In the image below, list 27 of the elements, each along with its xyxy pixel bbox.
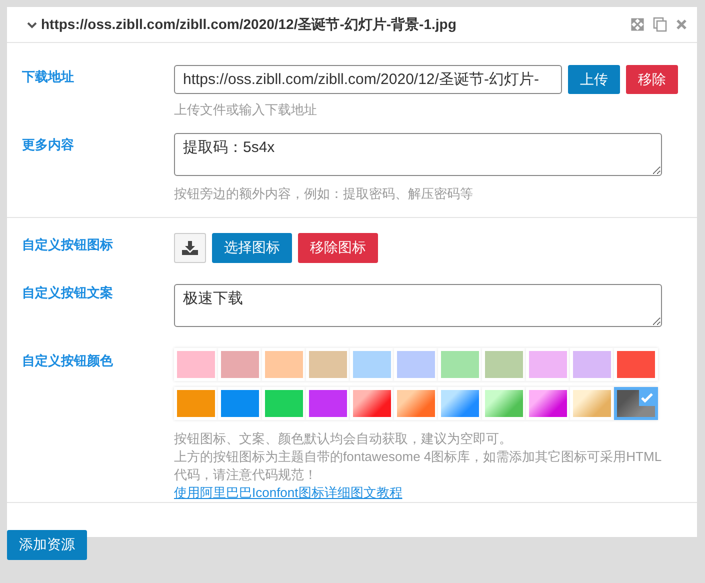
help-text: 按钮旁边的额外内容，例如：提取密码、解压密码等: [174, 185, 474, 203]
field-label: 更多内容: [22, 136, 75, 154]
help-text: 上方的按钮图标为主题自带的fontawesome 4图标库，如需添加其它图标可采用HTML代码，请注意代码规范！: [174, 448, 663, 484]
help-text: 上传文件或输入下载地址: [174, 101, 318, 119]
text-area[interactable]: 提取码：5s4x: [174, 133, 662, 176]
help-text: 按钮图标、文案、颜色默认均会自动获取，建议为空即可。: [174, 430, 513, 448]
check-icon: [639, 390, 655, 406]
close-icon[interactable]: [676, 19, 687, 30]
panel-title: https://oss.zibll.com/zibll.com/2020/12/圣诞节-幻灯片-背景-1.jpg: [41, 16, 458, 34]
url-field[interactable]: https://oss.zibll.com/zibll.com/2020/12/圣诞节-幻灯片-: [174, 65, 562, 94]
text-area[interactable]: 极速下载: [174, 284, 662, 327]
copy-icon[interactable]: [653, 17, 667, 32]
remove-icon-button[interactable]: 移除图标: [298, 233, 378, 263]
color-swatch[interactable]: [614, 387, 658, 420]
upload-button[interactable]: 上传: [568, 65, 620, 94]
chevron-down-icon[interactable]: [27, 20, 37, 28]
field-label: 自定义按钮文案: [22, 284, 114, 302]
choose-icon-button[interactable]: 选择图标: [212, 233, 292, 263]
tutorial-link[interactable]: 使用阿里巴巴Iconfont图标详细图文教程: [174, 484, 402, 502]
field-label: 自定义按钮图标: [22, 236, 114, 254]
field-label: 下载地址: [22, 68, 75, 86]
field-label: 自定义按钮颜色: [22, 352, 114, 370]
icon-preview[interactable]: [174, 233, 206, 263]
add-resource-button[interactable]: 添加资源: [7, 530, 87, 560]
download-icon: [182, 241, 198, 255]
remove-button[interactable]: 移除: [626, 65, 678, 94]
expand-icon[interactable]: [631, 18, 644, 31]
